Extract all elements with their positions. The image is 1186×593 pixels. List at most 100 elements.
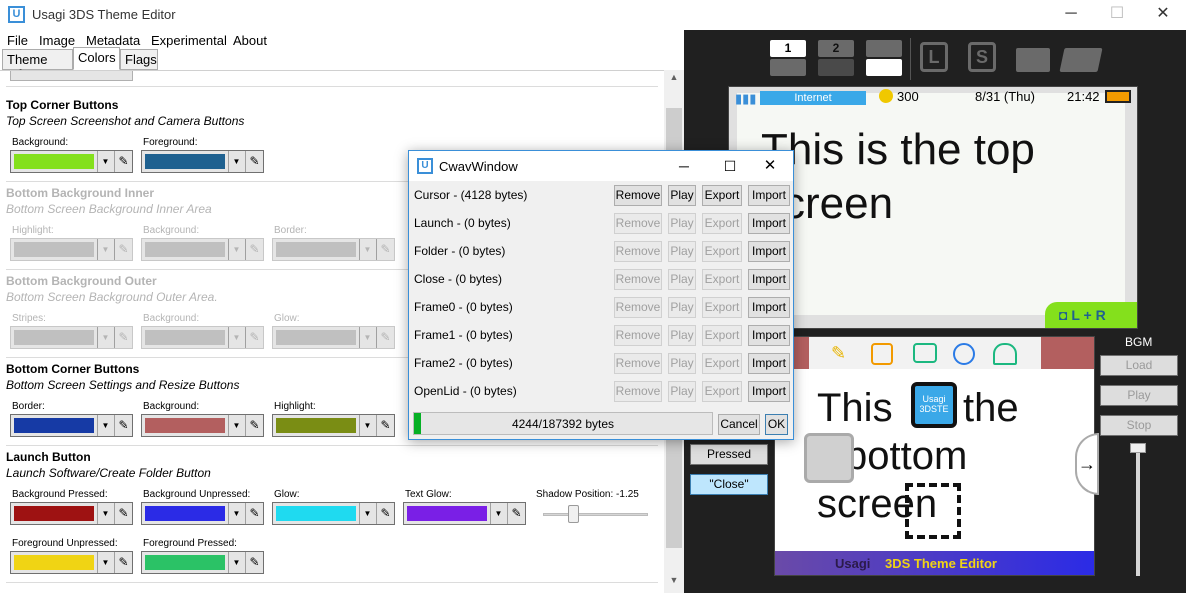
bgm-stop-button[interactable]: Stop — [1100, 415, 1178, 436]
volume-slider-track[interactable] — [1136, 448, 1140, 576]
tab-theme-info[interactable]: Theme Info — [2, 49, 73, 82]
separator — [6, 445, 658, 446]
close-sound-button[interactable]: "Close" — [690, 474, 768, 495]
eyedropper-icon[interactable]: ✎ — [114, 415, 132, 436]
eyedropper-icon[interactable]: ✎ — [376, 415, 394, 436]
minimize-button[interactable]: ─ — [1048, 0, 1094, 30]
resize-corner-button — [1041, 337, 1094, 369]
remove-button[interactable]: Remove — [614, 185, 662, 206]
cwav-ok-button[interactable]: OK — [765, 414, 788, 435]
eyedropper-icon[interactable]: ✎ — [114, 503, 132, 524]
l-button-icon[interactable]: L — [920, 42, 948, 72]
scroll-down-icon[interactable]: ▼ — [666, 575, 682, 589]
eyedropper-icon[interactable]: ✎ — [245, 552, 263, 573]
import-button[interactable]: Import — [748, 185, 790, 206]
chevron-down-icon[interactable]: ▼ — [359, 415, 375, 436]
bgm-play-button[interactable]: Play — [1100, 385, 1178, 406]
chevron-down-icon[interactable]: ▼ — [97, 503, 113, 524]
top-screen-1-button[interactable]: 1 — [770, 40, 806, 57]
tab-colors[interactable]: Colors — [73, 47, 120, 70]
tab-flags[interactable]: Flags — [120, 49, 158, 70]
menu-file[interactable]: File — [7, 33, 28, 48]
import-button[interactable]: Import — [748, 241, 790, 262]
pencil-icon: ✎ — [831, 343, 847, 363]
field-label: Highlight: — [274, 401, 316, 412]
chevron-down-icon[interactable]: ▼ — [490, 503, 506, 524]
cwav-row-label: OpenLid - (0 bytes) — [414, 384, 517, 398]
bottom-screen-1-button[interactable] — [770, 59, 806, 76]
section-title: Bottom Background Inner — [6, 186, 155, 200]
export-button[interactable]: Export — [702, 185, 742, 206]
bgm-load-button[interactable]: Load — [1100, 355, 1178, 376]
chevron-down-icon[interactable]: ▼ — [97, 415, 113, 436]
color-picker[interactable]: ▼ ✎ — [141, 150, 264, 173]
color-picker[interactable]: ▼ ✎ — [272, 414, 395, 437]
eyedropper-icon: ✎ — [245, 327, 263, 348]
chevron-down-icon[interactable]: ▼ — [228, 503, 244, 524]
title-bar: U Usagi 3DS Theme Editor ─ ☐ ✕ — [0, 0, 1186, 30]
menu-metadata[interactable]: Metadata — [86, 33, 140, 48]
import-button[interactable]: Import — [748, 269, 790, 290]
play-button: Play — [668, 213, 696, 234]
chevron-down-icon[interactable]: ▼ — [228, 552, 244, 573]
eyedropper-icon[interactable]: ✎ — [114, 552, 132, 573]
import-button[interactable]: Import — [748, 381, 790, 402]
cwav-minimize-button[interactable]: ─ — [661, 153, 707, 179]
menu-experimental[interactable]: Experimental — [151, 33, 227, 48]
play-button[interactable]: Play — [668, 185, 696, 206]
top-screen-3-button[interactable] — [866, 40, 902, 57]
color-swatch — [276, 330, 356, 345]
color-picker[interactable]: ▼ ✎ — [403, 502, 526, 525]
pressed-button[interactable]: Pressed — [690, 444, 768, 465]
chevron-down-icon: ▼ — [228, 239, 244, 260]
color-picker[interactable]: ▼ ✎ — [141, 502, 264, 525]
color-picker[interactable]: ▼ ✎ — [141, 551, 264, 574]
folder-icon[interactable] — [1016, 48, 1050, 72]
import-button[interactable]: Import — [748, 325, 790, 346]
color-picker[interactable]: ▼ ✎ — [10, 414, 133, 437]
bottom-screen-2-button[interactable] — [818, 59, 854, 76]
color-picker[interactable]: ▼ ✎ — [141, 414, 264, 437]
import-button[interactable]: Import — [748, 353, 790, 374]
bottom-screen-3-button[interactable] — [866, 59, 902, 76]
open-folder-icon[interactable] — [1059, 48, 1103, 72]
shadow-slider-track[interactable] — [543, 513, 648, 516]
app-icon-line1: Usagi — [922, 394, 946, 404]
section-subtitle: Top Screen Screenshot and Camera Buttons — [6, 114, 245, 128]
app-icon-line2: 3DSTE — [919, 404, 949, 414]
chevron-down-icon[interactable]: ▼ — [359, 503, 375, 524]
color-picker[interactable]: ▼ ✎ — [272, 502, 395, 525]
eyedropper-icon[interactable]: ✎ — [245, 415, 263, 436]
menu-about[interactable]: About — [233, 33, 267, 48]
cwav-close-button[interactable]: ✕ — [747, 153, 793, 179]
shadow-position-label: Shadow Position: -1.25 — [536, 489, 639, 500]
chevron-down-icon[interactable]: ▼ — [97, 151, 113, 172]
footer-right-label: 3DS Theme Editor — [885, 556, 997, 571]
menu-image[interactable]: Image — [39, 33, 75, 48]
color-picker[interactable]: ▼ ✎ — [10, 551, 133, 574]
chevron-down-icon[interactable]: ▼ — [228, 415, 244, 436]
color-picker: ▼ ✎ — [10, 326, 133, 349]
chevron-down-icon[interactable]: ▼ — [228, 151, 244, 172]
app-icon: U — [8, 6, 25, 23]
volume-slider-thumb[interactable] — [1130, 443, 1146, 453]
import-button[interactable]: Import — [748, 297, 790, 318]
section-title: Launch Button — [6, 450, 91, 464]
top-screen-2-button[interactable]: 2 — [818, 40, 854, 57]
eyedropper-icon[interactable]: ✎ — [245, 503, 263, 524]
chevron-down-icon[interactable]: ▼ — [97, 552, 113, 573]
close-button[interactable]: ✕ — [1140, 0, 1186, 30]
color-picker[interactable]: ▼ ✎ — [10, 150, 133, 173]
import-button[interactable]: Import — [748, 213, 790, 234]
cwav-cancel-button[interactable]: Cancel — [718, 414, 760, 435]
eyedropper-icon[interactable]: ✎ — [114, 151, 132, 172]
scroll-up-icon[interactable]: ▲ — [666, 72, 682, 86]
eyedropper-icon[interactable]: ✎ — [376, 503, 394, 524]
shadow-slider-thumb[interactable] — [568, 505, 579, 523]
top-screen-text: This is the top screen — [761, 125, 1035, 228]
color-picker[interactable]: ▼ ✎ — [10, 502, 133, 525]
eyedropper-icon[interactable]: ✎ — [507, 503, 525, 524]
eyedropper-icon[interactable]: ✎ — [245, 151, 263, 172]
s-button-icon[interactable]: S — [968, 42, 996, 72]
maximize-button[interactable]: ☐ — [1094, 0, 1140, 30]
